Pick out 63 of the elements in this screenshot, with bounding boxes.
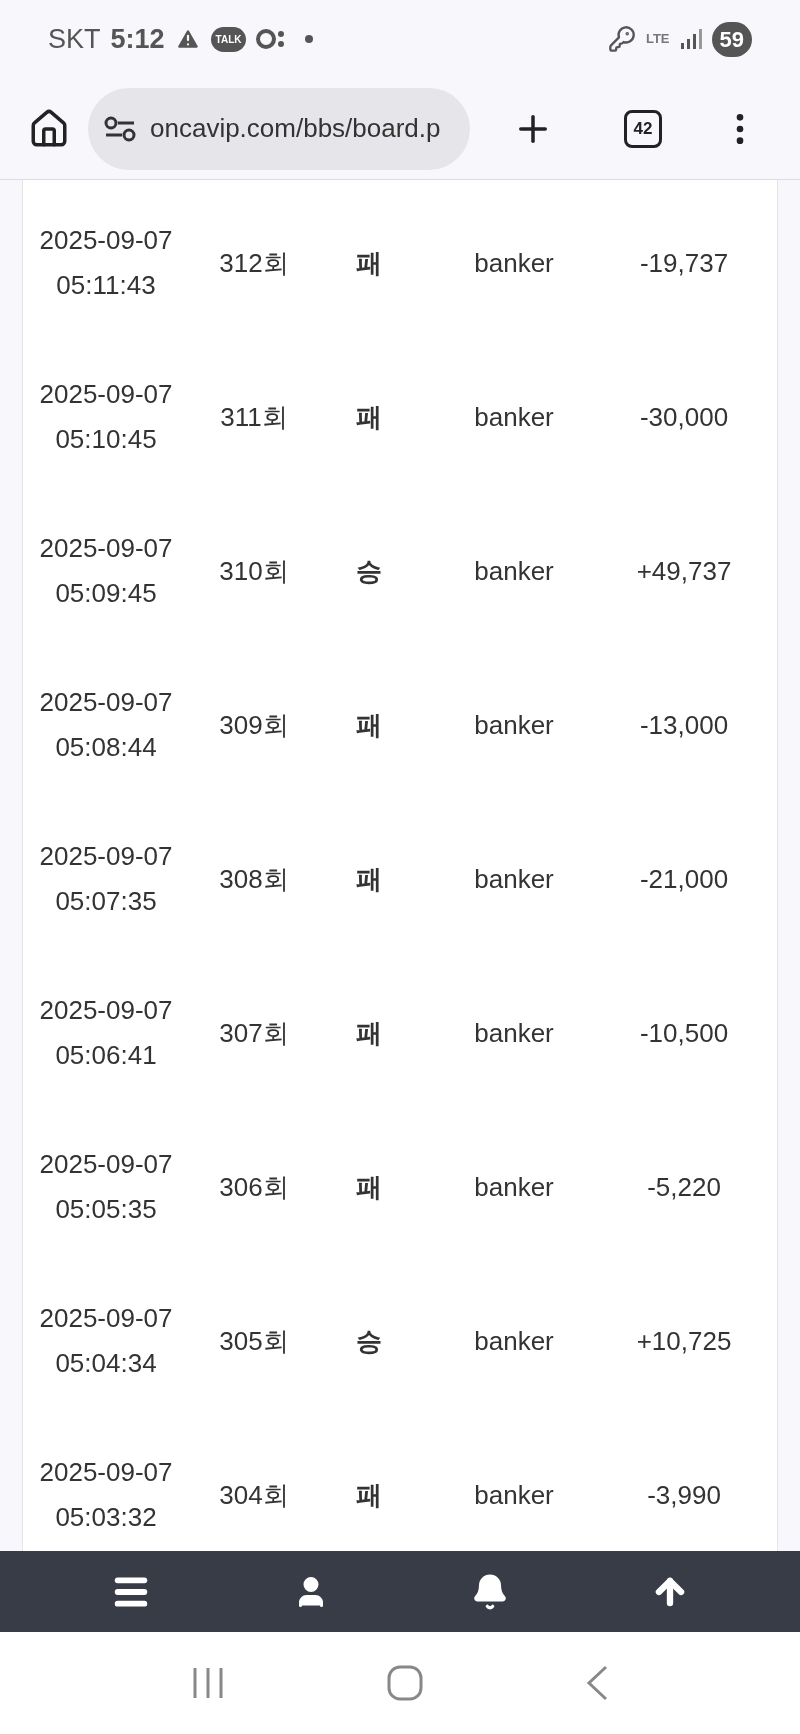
round-cell-text: 311회 [219, 400, 289, 434]
date-time-cell-text: 2025-09-07 05:06:41 [38, 994, 174, 1072]
amount-cell-text: -10,500 [638, 1016, 730, 1050]
round-cell-text: 308회 [218, 862, 290, 896]
back-icon[interactable] [586, 1665, 609, 1701]
bell-icon[interactable] [471, 1572, 509, 1611]
bet-cell-text: banker [473, 1324, 555, 1358]
round-cell-text: 312회 [218, 246, 290, 280]
battery-indicator: 59 [711, 21, 752, 57]
amount-cell-text: -21,000 [638, 862, 730, 896]
bet-cell-text: banker [473, 708, 555, 742]
clock: 5:12 [110, 22, 165, 56]
home-button-icon[interactable] [387, 1665, 423, 1701]
amount-cell-text: -19,737 [638, 246, 730, 280]
tab-count-button[interactable]: 42 [624, 109, 662, 148]
amount-cell-text: -5,220 [646, 1170, 722, 1204]
result-cell-text: 승 [355, 1324, 383, 1358]
talk-badge: TALK [210, 26, 247, 52]
amount-cell-text: -3,990 [646, 1478, 722, 1512]
dot-icon [304, 34, 315, 44]
round-cell-text: 310회 [218, 554, 290, 588]
result-cell-text: 패 [355, 400, 383, 434]
result-cell-text: 패 [355, 246, 383, 280]
result-cell-text: 패 [355, 1016, 383, 1050]
signal-icon [679, 28, 702, 50]
round-cell-text: 305회 [218, 1324, 290, 1358]
round-cell-text: 309회 [218, 708, 290, 742]
home-icon[interactable] [28, 107, 70, 150]
network-label: LTE [645, 30, 670, 49]
bet-cell-text: banker [473, 246, 555, 280]
site-settings-icon[interactable] [104, 114, 136, 143]
recent-apps-icon[interactable] [191, 1666, 224, 1700]
result-cell-text: 승 [355, 554, 383, 588]
date-time-cell-text: 2025-09-07 05:05:35 [38, 1148, 174, 1226]
date-time-cell-text: 2025-09-07 05:03:32 [38, 1456, 174, 1534]
round-cell-text: 307회 [218, 1016, 290, 1050]
date-time-cell-text: 2025-09-07 05:09:45 [38, 532, 174, 610]
bet-cell-text: banker [473, 1170, 555, 1204]
result-cell-text: 패 [355, 1170, 383, 1204]
amount-cell-text: +10,725 [635, 1324, 733, 1358]
date-time-cell-text: 2025-09-07 05:10:45 [38, 378, 174, 456]
amount-cell-text: +49,737 [635, 554, 733, 588]
date-time-cell-text: 2025-09-07 05:04:34 [38, 1302, 174, 1380]
carrier-label: SKT [48, 22, 101, 56]
date-time-cell-text: 2025-09-07 05:11:43 [38, 224, 174, 302]
bet-cell-text: banker [473, 862, 555, 896]
result-cell-text: 패 [355, 708, 383, 742]
bet-cell-text: banker [473, 400, 555, 434]
bet-cell-text: banker [473, 1478, 555, 1512]
result-cell-text: 패 [355, 862, 383, 896]
date-time-cell-text: 2025-09-07 05:08:44 [38, 686, 174, 764]
key-icon [607, 25, 636, 53]
round-cell-text: 304회 [218, 1478, 290, 1512]
address-bar[interactable]: oncavip.com/bbs/board.p [88, 87, 470, 170]
amount-cell-text: -13,000 [638, 708, 730, 742]
amount-cell-text: -30,000 [638, 400, 730, 434]
date-time-cell-text: 2025-09-07 05:07:35 [38, 840, 174, 918]
record-icon [256, 29, 287, 49]
bet-cell-text: banker [473, 554, 555, 588]
bet-cell-text: banker [473, 1016, 555, 1050]
url-text: oncavip.com/bbs/board.p [150, 112, 441, 145]
result-cell-text: 패 [355, 1478, 383, 1512]
round-cell-text: 306회 [218, 1170, 290, 1204]
